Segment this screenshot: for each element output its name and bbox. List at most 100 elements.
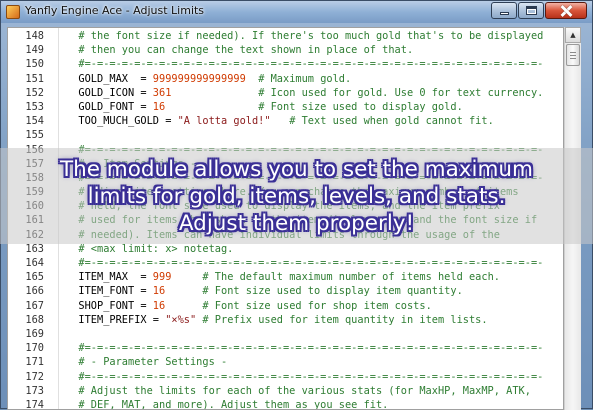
- code-text: #=-=-=-=-=-=-=-=-=-=-=-=-=-=-=-=-=-=-=-=…: [66, 341, 543, 355]
- code-token: ITEM_PREFIX =: [66, 313, 166, 326]
- code-line[interactable]: 149 # then you can change the text shown…: [8, 43, 563, 57]
- code-line[interactable]: 153 GOLD_FONT = 16 # Font size used to d…: [8, 100, 563, 114]
- line-number: 155: [25, 129, 44, 142]
- code-line[interactable]: 167 SHOP_FONT = 16 # Font size used for …: [8, 299, 563, 313]
- line-number: 173: [25, 384, 44, 397]
- code-token: # Text used when gold cannot fit.: [270, 115, 494, 128]
- code-text: ITEM_MAX = 999 # The default maximum num…: [66, 270, 500, 284]
- code-token: 16: [152, 285, 166, 298]
- minimize-button[interactable]: [491, 2, 517, 19]
- chevron-up-icon: ▲: [570, 31, 576, 39]
- line-number: 167: [25, 299, 44, 312]
- code-line[interactable]: 155: [8, 128, 563, 142]
- line-number: 164: [25, 257, 44, 269]
- code-line[interactable]: 169: [8, 327, 563, 341]
- code-token: #=-=-=-=-=-=-=-=-=-=-=-=-=-=-=-=-=-=-=-=…: [66, 370, 544, 383]
- code-line[interactable]: 164 #=-=-=-=-=-=-=-=-=-=-=-=-=-=-=-=-=-=…: [8, 256, 563, 270]
- code-text: #=-=-=-=-=-=-=-=-=-=-=-=-=-=-=-=-=-=-=-=…: [66, 57, 543, 71]
- maximize-button[interactable]: [518, 2, 544, 19]
- code-token: # the font size if needed). If there's t…: [66, 30, 544, 42]
- code-token: # - Parameter Settings -: [66, 356, 228, 369]
- code-text: GOLD_FONT = 16 # Font size used to displ…: [66, 100, 463, 114]
- code-token: GOLD_FONT =: [66, 100, 153, 113]
- code-text: TOO_MUCH_GOLD = "A lotta gold!" # Text u…: [66, 114, 494, 128]
- code-token: #=-=-=-=-=-=-=-=-=-=-=-=-=-=-=-=-=-=-=-=…: [66, 342, 544, 355]
- code-token: 361: [152, 86, 172, 99]
- code-line[interactable]: 151 GOLD_MAX = 999999999999999 # Maximum…: [8, 72, 563, 86]
- code-line[interactable]: 170 #=-=-=-=-=-=-=-=-=-=-=-=-=-=-=-=-=-=…: [8, 341, 563, 355]
- code-token: TOO_MUCH_GOLD =: [66, 115, 178, 128]
- code-line[interactable]: 152 GOLD_ICON = 361 # Icon used for gold…: [8, 86, 563, 100]
- window-controls: [490, 2, 587, 19]
- code-text: GOLD_MAX = 999999999999999 # Maximum gol…: [66, 72, 351, 86]
- code-token: # then you can change the text shown in …: [66, 44, 414, 57]
- code-line[interactable]: 168 ITEM_PREFIX = "×%s" # Prefix used fo…: [8, 313, 563, 327]
- code-text: # - Parameter Settings -: [66, 355, 227, 369]
- line-number: 149: [25, 44, 44, 57]
- caption-text: The module allows you to set the maximum…: [0, 156, 593, 237]
- title-bar[interactable]: Yanfly Engine Ace - Adjust Limits: [1, 1, 592, 23]
- code-token: ITEM_FONT =: [66, 285, 153, 298]
- code-token: # Maximum gold.: [245, 72, 352, 85]
- code-line[interactable]: 174 # DEF, MAT, and more). Adjust them a…: [8, 398, 563, 410]
- code-token: # Font size used to display item quantit…: [165, 285, 463, 298]
- code-text: GOLD_ICON = 361 # Icon used for gold. Us…: [66, 86, 543, 100]
- code-token: "A lotta gold!": [177, 115, 271, 128]
- close-button[interactable]: [545, 2, 587, 19]
- code-line[interactable]: 165 ITEM_MAX = 999 # The default maximum…: [8, 270, 563, 284]
- code-line[interactable]: 171 # - Parameter Settings -: [8, 355, 563, 369]
- code-token: "×%s": [165, 313, 197, 326]
- grip-icon: [570, 58, 576, 59]
- code-text: # Adjust the limits for each of the vari…: [66, 384, 531, 398]
- code-text: #=-=-=-=-=-=-=-=-=-=-=-=-=-=-=-=-=-=-=-=…: [66, 370, 543, 384]
- code-token: # The default maximum number of items he…: [171, 271, 500, 284]
- line-number: 151: [25, 72, 44, 85]
- code-line[interactable]: 148 # the font size if needed). If there…: [8, 29, 563, 43]
- rpg-maker-icon: [6, 5, 20, 19]
- code-text: ITEM_FONT = 16 # Font size used to displ…: [66, 284, 463, 298]
- code-token: # Font size used to display gold.: [165, 100, 463, 113]
- line-number: 169: [25, 327, 44, 340]
- line-number: 153: [25, 100, 44, 113]
- code-line[interactable]: 154 TOO_MUCH_GOLD = "A lotta gold!" # Te…: [8, 114, 563, 128]
- line-number: 168: [25, 313, 44, 326]
- line-number: 154: [25, 115, 44, 128]
- grip-icon: [570, 52, 576, 53]
- code-token: # Font size used for shop item costs.: [165, 299, 432, 312]
- line-number: 148: [25, 30, 44, 42]
- code-token: # <max limit: x> notetag.: [66, 242, 234, 255]
- line-number: 165: [25, 271, 44, 284]
- code-line[interactable]: 150 #=-=-=-=-=-=-=-=-=-=-=-=-=-=-=-=-=-=…: [8, 57, 563, 71]
- code-text: #=-=-=-=-=-=-=-=-=-=-=-=-=-=-=-=-=-=-=-=…: [66, 256, 543, 270]
- line-number: 174: [25, 398, 44, 410]
- grip-icon: [570, 55, 576, 56]
- code-text: # then you can change the text shown in …: [66, 43, 413, 57]
- code-text: SHOP_FONT = 16 # Font size used for shop…: [66, 299, 432, 313]
- line-number: 152: [25, 86, 44, 99]
- code-text: ITEM_PREFIX = "×%s" # Prefix used for it…: [66, 313, 487, 327]
- line-number: 171: [25, 356, 44, 369]
- line-number: 166: [25, 285, 44, 298]
- line-number: 170: [25, 342, 44, 355]
- caption-line-1: The module allows you to set the maximum: [59, 157, 534, 182]
- code-token: SHOP_FONT =: [66, 299, 153, 312]
- caption-line-2: limits for gold, items, levels, and stat…: [87, 184, 506, 209]
- line-number: 172: [25, 370, 44, 383]
- code-line[interactable]: 173 # Adjust the limits for each of the …: [8, 384, 563, 398]
- code-token: #=-=-=-=-=-=-=-=-=-=-=-=-=-=-=-=-=-=-=-=…: [66, 58, 544, 71]
- code-token: 16: [152, 100, 166, 113]
- scrollbar-thumb[interactable]: [566, 44, 580, 66]
- caption-line-3: Adjust them properly!: [178, 211, 415, 236]
- code-token: GOLD_ICON =: [66, 86, 153, 99]
- minimize-icon: [499, 12, 509, 15]
- code-line[interactable]: 166 ITEM_FONT = 16 # Font size used to d…: [8, 284, 563, 298]
- scroll-up-button[interactable]: ▲: [565, 27, 581, 43]
- code-line[interactable]: 172 #=-=-=-=-=-=-=-=-=-=-=-=-=-=-=-=-=-=…: [8, 370, 563, 384]
- code-token: ITEM_MAX =: [66, 271, 153, 284]
- code-text: # the font size if needed). If there's t…: [66, 29, 543, 43]
- code-token: GOLD_MAX =: [66, 72, 153, 85]
- code-token: # Adjust the limits for each of the vari…: [66, 384, 531, 397]
- code-token: # Icon used for gold. Use 0 for text cur…: [171, 86, 544, 99]
- code-token: 999: [152, 271, 172, 284]
- maximize-icon: [525, 6, 537, 15]
